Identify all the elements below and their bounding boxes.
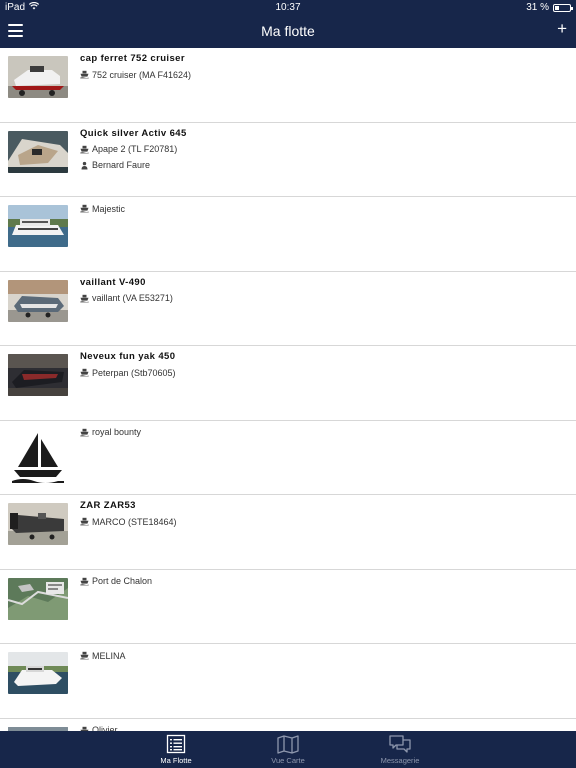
boat-detail-line: Port de Chalon [80,575,566,588]
boat-list-item[interactable]: Majestic [0,197,576,272]
boat-info: Neveux fun yak 450 Peterpan (Stb70605) [80,351,566,382]
boat-thumbnail [8,426,68,487]
boat-detail-line: Majestic [80,202,566,215]
boat-icon [80,145,89,154]
boat-icon [80,577,89,586]
boat-detail-text: MELINA [92,650,126,661]
boat-detail-line: MARCO (STE18464) [80,515,566,528]
boat-info: Port de Chalon [80,575,566,591]
boat-list-item[interactable]: cap ferret 752 cruiser 752 cruiser (MA F4… [0,48,576,123]
boat-thumbnail [8,577,68,620]
boat-thumbnail [8,56,68,98]
boat-icon [80,517,89,526]
boat-list-item[interactable]: Quick silver Activ 645 Apape 2 (TL F20781… [0,123,576,197]
tab-vue-carte[interactable]: Vue Carte [248,731,328,768]
page-title: Ma flotte [261,23,315,39]
person-icon [80,161,89,170]
boat-model-name: vaillant V-490 [80,276,146,288]
boat-info: Majestic [80,202,566,218]
tab-ma-flotte[interactable]: Ma Flotte [136,731,216,768]
battery-icon [553,3,573,12]
tab-label: Vue Carte [271,756,305,765]
boat-info: royal bounty [80,426,566,442]
boat-icon [80,294,89,303]
boat-model-name: ZAR ZAR53 [80,500,136,511]
boat-info: MELINA [80,649,566,665]
boat-detail-text: Majestic [92,203,126,214]
boat-list-item[interactable]: royal bounty [0,421,576,495]
boat-icon [80,204,89,213]
boat-detail-text: Bernard Faure [92,160,151,170]
battery-percent: 31 % [526,2,549,13]
boat-detail-line: vaillant (VA E53271) [80,292,566,305]
tab-messagerie[interactable]: Messagerie [360,731,440,768]
boat-thumbnail [8,130,68,173]
status-right: 31 % [526,2,573,13]
battery-level [555,5,559,10]
boat-list-item[interactable]: Olivier [0,719,576,731]
boat-detail-text: royal bounty [92,427,142,437]
boat-info: Olivier [80,724,566,731]
boat-list: cap ferret 752 cruiser 752 cruiser (MA F4… [0,48,576,731]
boat-thumbnail [8,279,68,322]
boat-detail-text: Peterpan (Stb70605) [92,367,176,378]
boat-detail-line: Peterpan (Stb70605) [80,366,566,379]
boat-detail-text: MARCO (STE18464) [92,516,177,527]
boat-model-name: Neveux fun yak 450 [80,351,176,362]
boat-icon [80,70,89,79]
boat-info: ZAR ZAR53 MARCO (STE18464) [80,500,566,531]
chat-icon [389,735,411,753]
boat-detail-line: royal bounty [80,426,566,439]
boat-model-name: cap ferret 752 cruiser [80,53,185,64]
boat-thumbnail [8,652,68,694]
boat-info: Quick silver Activ 645 Apape 2 (TL F20781… [80,128,566,175]
boat-thumbnail [8,503,68,545]
boat-detail-text: Port de Chalon [92,576,153,586]
boat-icon [80,368,89,377]
boat-detail-text: Apape 2 (TL F20781) [92,144,178,154]
boat-detail-line: Apape 2 (TL F20781) [80,143,566,156]
boat-list-item[interactable]: Neveux fun yak 450 Peterpan (Stb70605) [0,346,576,421]
boat-list-item[interactable]: ZAR ZAR53 MARCO (STE18464) [0,495,576,570]
boat-list-item[interactable]: MELINA [0,644,576,719]
boat-thumbnail [8,205,68,247]
boat-model-name: Quick silver Activ 645 [80,127,187,139]
map-icon [277,735,299,754]
clock: 10:37 [275,2,301,13]
boat-list-item[interactable]: Port de Chalon [0,570,576,644]
boat-info: cap ferret 752 cruiser 752 cruiser (MA F4… [80,53,566,84]
tab-bar: Ma Flotte Vue Carte Messagerie [0,731,576,768]
boat-detail-line: Bernard Faure [80,159,566,172]
boat-info: vaillant V-490 vaillant (VA E53271) [80,277,566,308]
boat-detail-text: 752 cruiser (MA F41624) [92,69,192,80]
boat-icon [80,428,89,437]
boat-list-item[interactable]: vaillant V-490 vaillant (VA E53271) [0,272,576,346]
add-boat-button[interactable]: + [557,20,567,37]
tab-label: Ma Flotte [160,756,192,765]
boat-detail-line: MELINA [80,649,566,662]
list-icon [166,734,186,754]
tab-label: Messagerie [380,756,420,765]
boat-detail-line: 752 cruiser (MA F41624) [80,68,566,81]
boat-icon [80,651,89,660]
status-bar: iPad 10:37 31 % [0,0,576,15]
boat-thumbnail [8,354,68,396]
boat-detail-line: Olivier [80,724,566,731]
boat-detail-text: vaillant (VA E53271) [92,293,173,303]
navigation-bar: Ma flotte + [0,15,576,48]
